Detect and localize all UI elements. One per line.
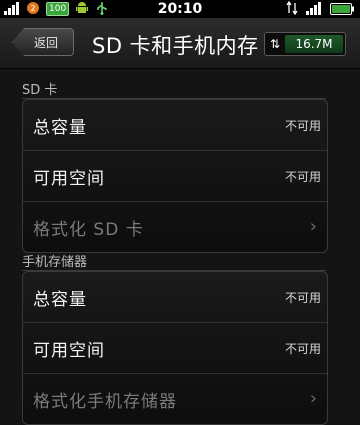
page-title: SD 卡和手机内存 — [92, 34, 259, 58]
row-label: 总容量 — [33, 290, 87, 310]
section-header-phone-storage: 手机存储器 — [22, 255, 88, 270]
traffic-arrows-icon: ⇅ — [269, 37, 281, 51]
row-label: 可用空间 — [33, 341, 105, 361]
title-bar: 返回 SD 卡和手机内存 ⇅ 16.7M — [0, 18, 360, 69]
data-traffic-indicator[interactable]: ⇅ 16.7M — [264, 32, 346, 56]
row-value: 不可用 — [284, 170, 321, 184]
section-header-sd-card: SD 卡 — [22, 83, 58, 98]
status-bar: 2 100 20:10 — [0, 0, 360, 18]
data-transfer-icon — [286, 0, 298, 19]
row-value: 不可用 — [284, 342, 321, 356]
row-label: 总容量 — [33, 118, 87, 138]
chevron-right-icon: › — [309, 216, 317, 237]
sd-card-group: 总容量 不可用 可用空间 不可用 格式化 SD 卡 › — [22, 99, 328, 253]
battery-full-icon — [330, 0, 354, 19]
list-item-available-space[interactable]: 可用空间 不可用 — [23, 323, 327, 374]
list-item-format-phone-storage[interactable]: 格式化手机存储器 › — [23, 374, 327, 424]
row-label: 格式化 SD 卡 — [33, 220, 144, 240]
list-item-total-capacity[interactable]: 总容量 不可用 — [23, 272, 327, 323]
list-item-total-capacity[interactable]: 总容量 不可用 — [23, 100, 327, 151]
back-button[interactable]: 返回 — [12, 28, 74, 56]
traffic-value: 16.7M — [285, 35, 343, 53]
status-right-icons — [286, 0, 354, 19]
row-value: 不可用 — [284, 291, 321, 305]
wifi-bars-icon — [306, 0, 322, 19]
list-item-available-space[interactable]: 可用空间 不可用 — [23, 151, 327, 202]
chevron-right-icon: › — [309, 388, 317, 409]
list-item-format-sd-card[interactable]: 格式化 SD 卡 › — [23, 202, 327, 252]
row-value: 不可用 — [284, 119, 321, 133]
phone-storage-group: 总容量 不可用 可用空间 不可用 格式化手机存储器 › — [22, 271, 328, 425]
row-label: 可用空间 — [33, 169, 105, 189]
